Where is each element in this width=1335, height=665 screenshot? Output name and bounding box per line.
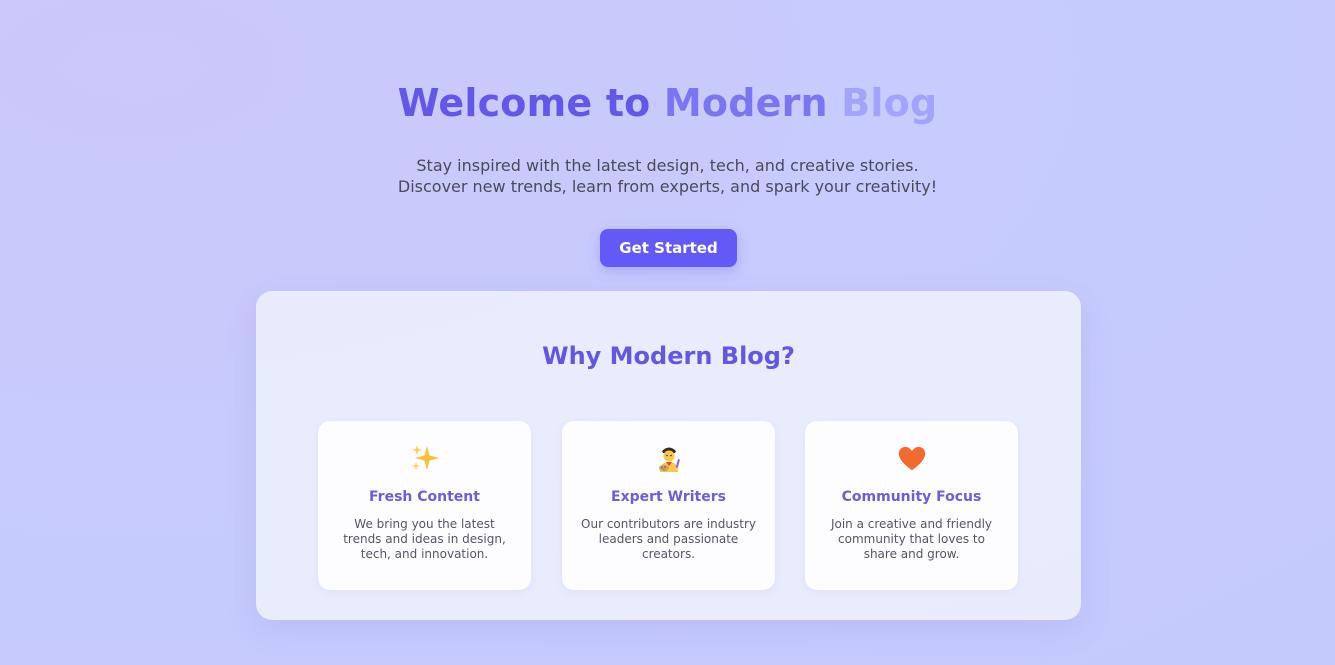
- feature-card-expert-writers: Expert Writers Our contributors are indu…: [562, 421, 775, 590]
- feature-card-text: Our contributors are industry leaders an…: [581, 517, 756, 561]
- sparkles-icon: [318, 443, 531, 475]
- feature-card-title: Community Focus: [841, 489, 982, 505]
- feature-card-community-focus: Community Focus Join a creative and frie…: [805, 421, 1018, 590]
- feature-card-title: Fresh Content: [369, 489, 480, 505]
- feature-card-fresh-content: Fresh Content We bring you the latest tr…: [318, 421, 531, 590]
- hero-subtitle-line1: Stay inspired with the latest design, te…: [416, 156, 919, 175]
- feature-card-text: We bring you the latest trends and ideas…: [343, 517, 506, 561]
- features-panel: Why Modern Blog? Fresh Content We bring …: [256, 291, 1081, 620]
- heart-icon: [805, 443, 1018, 475]
- features-title: Why Modern Blog?: [542, 342, 795, 370]
- hero-subtitle-line2: Discover new trends, learn from experts,…: [397, 177, 938, 196]
- feature-card-title: Expert Writers: [611, 489, 726, 505]
- hero-title: Welcome to Modern Blog: [0, 80, 1335, 126]
- get-started-button[interactable]: Get Started: [600, 229, 737, 267]
- hero-title-part2: Modern: [663, 81, 842, 125]
- hero-subtitle: Stay inspired with the latest design, te…: [0, 155, 1335, 197]
- hero-title-part3: Blog: [841, 81, 938, 125]
- feature-card-text: Join a creative and friendly community t…: [830, 517, 993, 561]
- artist-icon: [562, 443, 775, 475]
- hero-title-part1: Welcome to: [397, 81, 664, 125]
